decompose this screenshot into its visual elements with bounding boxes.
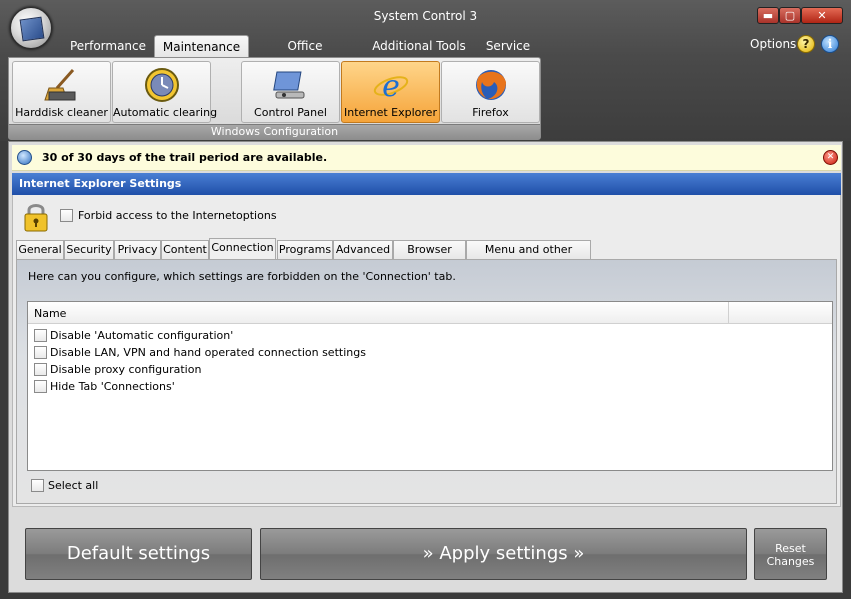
list-item[interactable]: Disable LAN, VPN and hand operated conne…	[28, 344, 832, 361]
forbid-access-checkbox[interactable]	[60, 209, 73, 222]
ribbon-button-label: Firefox	[472, 106, 509, 119]
window-controls: ▬ ▢ ✕	[757, 7, 843, 25]
firefox-button[interactable]: Firefox	[441, 61, 540, 123]
item-checkbox[interactable]	[34, 363, 47, 376]
main-area: 30 of 30 days of the trail period are av…	[8, 141, 843, 593]
automatic-clearing-button[interactable]: Automatic clearing	[112, 61, 218, 123]
ribbon-button-label: Control Panel	[254, 106, 327, 119]
select-all-checkbox[interactable]	[31, 479, 44, 492]
forbid-access-label: Forbid access to the Internetoptions	[78, 209, 277, 222]
list-item[interactable]: Disable 'Automatic configuration'	[28, 327, 832, 344]
section-title: Internet Explorer Settings	[12, 173, 841, 195]
reset-label-line2: Changes	[766, 555, 815, 568]
tab-advanced[interactable]: Advanced	[333, 240, 393, 259]
column-header-name[interactable]: Name	[34, 307, 66, 320]
tab-privacy[interactable]: Privacy	[114, 240, 161, 259]
default-settings-button[interactable]: Default settings	[25, 528, 252, 580]
settings-list: Name Disable 'Automatic configuration' D…	[27, 301, 833, 471]
column-divider[interactable]	[728, 302, 729, 324]
window-title: System Control 3	[373, 9, 478, 23]
item-label: Disable LAN, VPN and hand operated conne…	[50, 346, 366, 359]
item-checkbox[interactable]	[34, 380, 47, 393]
help-icon[interactable]: ?	[797, 35, 815, 53]
item-label: Hide Tab 'Connections'	[50, 380, 175, 393]
tab-connection[interactable]: Connection	[209, 238, 276, 260]
list-header: Name	[28, 302, 832, 324]
options-menu[interactable]: Options	[750, 37, 796, 51]
ribbon-tab-maintenance[interactable]: Maintenance	[154, 35, 249, 57]
globe-info-icon	[17, 150, 32, 165]
tab-menu-and-other-settings[interactable]: Menu and other Settings	[466, 240, 591, 274]
lock-icon	[24, 204, 48, 232]
ribbon-tab-office-functions[interactable]: Office functions	[258, 35, 352, 75]
select-all-label: Select all	[48, 479, 99, 492]
minimize-button[interactable]: ▬	[757, 7, 779, 24]
item-label: Disable proxy configuration	[50, 363, 202, 376]
info-icon[interactable]: i	[821, 35, 839, 53]
close-button[interactable]: ✕	[801, 7, 843, 24]
internet-explorer-icon: e	[373, 69, 409, 104]
ribbon-tab-additional-tools[interactable]: Additional Tools	[370, 35, 468, 57]
reset-changes-button[interactable]: Reset Changes	[754, 528, 827, 580]
clock-icon	[145, 68, 179, 102]
ribbon-button-label: Internet Explorer	[344, 106, 437, 119]
control-panel-button[interactable]: Control Panel	[241, 61, 340, 123]
tab-security[interactable]: Security	[64, 240, 114, 259]
broom-icon	[44, 69, 76, 101]
ribbon-tab-performance[interactable]: Performance	[66, 35, 150, 57]
maximize-button[interactable]: ▢	[779, 7, 801, 24]
ribbon-button-label: Harddisk cleaner	[15, 106, 108, 119]
firefox-icon	[476, 70, 506, 100]
list-item[interactable]: Disable proxy configuration	[28, 361, 832, 378]
trial-notice-text: 30 of 30 days of the trail period are av…	[42, 151, 328, 164]
tab-content[interactable]: Content	[161, 240, 209, 259]
svg-text:e: e	[382, 69, 400, 104]
item-checkbox[interactable]	[34, 346, 47, 359]
action-bar: Default settings » Apply settings » Rese…	[12, 509, 841, 591]
apply-settings-button[interactable]: » Apply settings »	[260, 528, 747, 580]
close-notice-icon[interactable]: ✕	[823, 150, 838, 165]
ribbon-button-label: Automatic clearing	[113, 106, 218, 119]
connection-tab-panel: Here can you configure, which settings a…	[16, 259, 837, 504]
control-panel-icon	[273, 71, 305, 99]
item-checkbox[interactable]	[34, 329, 47, 342]
harddisk-cleaner-button[interactable]: Harddisk cleaner	[12, 61, 111, 123]
tab-programs[interactable]: Programs	[277, 240, 333, 259]
list-item[interactable]: Hide Tab 'Connections'	[28, 378, 832, 395]
settings-content: Forbid access to the Internetoptions Gen…	[12, 195, 841, 507]
internet-explorer-button[interactable]: e Internet Explorer	[341, 61, 440, 123]
ribbon-tab-service[interactable]: Service	[480, 35, 536, 57]
trial-notice-bar: 30 of 30 days of the trail period are av…	[12, 145, 841, 171]
tab-general[interactable]: General	[16, 240, 64, 259]
item-label: Disable 'Automatic configuration'	[50, 329, 234, 342]
ribbon-group-label: Windows Configuration	[9, 124, 540, 139]
tab-description: Here can you configure, which settings a…	[28, 270, 456, 283]
ribbon-panel: Harddisk cleaner Automatic clearing Cont…	[8, 57, 541, 140]
reset-label-line1: Reset	[775, 542, 806, 555]
tab-browser-title[interactable]: Browser Title	[393, 240, 466, 274]
